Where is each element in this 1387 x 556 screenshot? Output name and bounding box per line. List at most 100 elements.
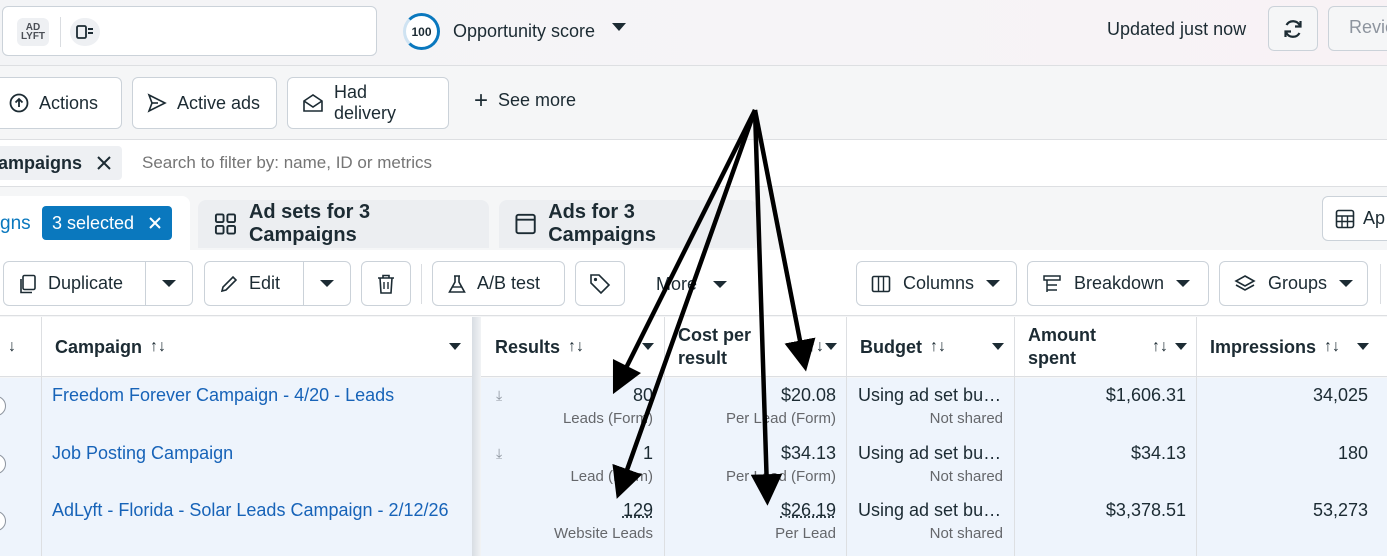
budget-shared-status: Not shared bbox=[930, 525, 1003, 542]
apply-view-button[interactable]: Ap bbox=[1322, 196, 1387, 241]
table-row[interactable]: Job Posting Campaign ⤓ 1 Lead (Form) $34… bbox=[0, 436, 1387, 493]
opportunity-score-label[interactable]: Opportunity score bbox=[453, 21, 595, 42]
duplicate-button[interactable]: Duplicate bbox=[4, 262, 145, 305]
search-input[interactable] bbox=[142, 153, 742, 173]
actions-label: Actions bbox=[39, 93, 98, 114]
columns-button[interactable]: Columns bbox=[856, 261, 1017, 306]
table-row[interactable]: AdLyft - Florida - Solar Leads Campaign … bbox=[0, 493, 1387, 550]
cost-per-result-type: Per Lead bbox=[775, 525, 836, 542]
table-row[interactable]: Freedom Forever Campaign - 4/20 - Leads … bbox=[0, 378, 1387, 435]
columns-icon bbox=[871, 275, 891, 293]
column-header-campaign[interactable]: Campaign ↑↓ bbox=[55, 317, 166, 377]
chevron-down-icon[interactable] bbox=[449, 343, 461, 350]
trash-icon bbox=[376, 273, 396, 295]
download-icon[interactable]: ⤓ bbox=[496, 445, 502, 462]
select-column-header[interactable]: ↓ bbox=[0, 317, 40, 377]
edit-dropdown-button[interactable] bbox=[303, 262, 350, 305]
column-header-amount-line1: Amount bbox=[1028, 324, 1096, 347]
plus-icon: + bbox=[474, 92, 488, 110]
see-more-button[interactable]: + See more bbox=[474, 90, 576, 111]
campaign-name-link[interactable]: AdLyft - Florida - Solar Leads Campaign … bbox=[52, 500, 449, 521]
tab-campaigns[interactable]: gns 3 selected bbox=[0, 196, 190, 251]
send-icon bbox=[147, 93, 167, 113]
breakdown-button[interactable]: Breakdown bbox=[1027, 261, 1209, 306]
column-header-results[interactable]: Results ↑↓ bbox=[495, 317, 584, 377]
budget-shared-status: Not shared bbox=[930, 410, 1003, 427]
close-icon[interactable] bbox=[96, 155, 112, 171]
divider bbox=[60, 17, 61, 47]
chevron-down-icon[interactable] bbox=[992, 343, 1004, 350]
divider bbox=[1380, 264, 1381, 304]
row-select-radio[interactable] bbox=[0, 454, 6, 474]
results-value[interactable]: 129 bbox=[623, 500, 653, 521]
sort-icon[interactable]: ↑↓ bbox=[150, 338, 166, 356]
opportunity-score-badge[interactable]: 100 bbox=[403, 13, 440, 50]
columns-label: Columns bbox=[903, 273, 974, 294]
close-icon[interactable] bbox=[148, 216, 162, 230]
duplicate-label: Duplicate bbox=[48, 273, 123, 294]
selected-count-label: 3 selected bbox=[52, 213, 134, 234]
tag-button[interactable] bbox=[575, 261, 625, 306]
amount-spent-value: $34.13 bbox=[1131, 443, 1186, 464]
actions-filter-button[interactable]: Actions bbox=[0, 77, 122, 129]
row-select-radio[interactable] bbox=[0, 511, 6, 531]
budget-value: Using ad set bu… bbox=[858, 385, 1001, 406]
selected-count-pill[interactable]: 3 selected bbox=[42, 206, 172, 240]
column-header-impressions[interactable]: Impressions ↑↓ bbox=[1210, 317, 1340, 377]
filter-chips-row: Actions Active ads Had delivery + See mo… bbox=[0, 67, 1387, 139]
chevron-down-icon bbox=[713, 281, 727, 288]
sort-icon[interactable]: ↑↓ bbox=[1324, 338, 1340, 356]
chevron-down-icon[interactable] bbox=[1175, 343, 1187, 350]
column-header-amount-spent[interactable]: Amount spent bbox=[1028, 317, 1096, 377]
edit-button-group: Edit bbox=[204, 261, 351, 306]
chevron-down-icon[interactable] bbox=[825, 343, 837, 350]
chevron-down-icon[interactable] bbox=[642, 343, 654, 350]
row-select-radio[interactable] bbox=[0, 396, 6, 416]
tab-ad-sets[interactable]: Ad sets for 3 Campaigns bbox=[198, 200, 489, 248]
duplicate-dropdown-button[interactable] bbox=[145, 262, 192, 305]
tab-campaigns-label: gns bbox=[0, 213, 31, 235]
campaign-name-link[interactable]: Job Posting Campaign bbox=[52, 443, 233, 464]
groups-label: Groups bbox=[1268, 273, 1327, 294]
results-value: 1 bbox=[643, 443, 653, 464]
review-button[interactable]: Revie bbox=[1328, 6, 1387, 51]
table-header: ↓ Campaign ↑↓ Results ↑↓ Cost per result… bbox=[0, 317, 1387, 377]
delete-button[interactable] bbox=[361, 261, 411, 306]
groups-button[interactable]: Groups bbox=[1219, 261, 1368, 306]
active-ads-filter-button[interactable]: Active ads bbox=[132, 77, 277, 129]
sort-icon[interactable]: ↑↓ bbox=[930, 338, 946, 356]
sort-icon[interactable]: ↑↓ bbox=[800, 317, 824, 377]
campaign-name-link[interactable]: Freedom Forever Campaign - 4/20 - Leads bbox=[52, 385, 394, 406]
sort-icon[interactable]: ↑↓ bbox=[568, 338, 584, 356]
column-header-cost-per-result[interactable]: Cost per result bbox=[678, 317, 751, 377]
level-tabs: gns 3 selected Ad sets for 3 Campaigns A… bbox=[0, 188, 1387, 250]
budget-value: Using ad set bu… bbox=[858, 500, 1001, 521]
more-button[interactable]: More bbox=[656, 274, 727, 295]
sort-icon[interactable]: ↓ bbox=[8, 338, 16, 356]
chevron-down-icon[interactable] bbox=[1357, 343, 1369, 350]
tab-ads[interactable]: Ads for 3 Campaigns bbox=[499, 200, 757, 248]
column-header-results-label: Results bbox=[495, 337, 560, 358]
sort-icon[interactable]: ↑↓ bbox=[1144, 317, 1168, 377]
column-divider bbox=[41, 317, 42, 556]
impressions-value: 53,273 bbox=[1313, 500, 1368, 521]
amount-spent-value: $1,606.31 bbox=[1106, 385, 1186, 406]
cost-per-result-type: Per Lead (Form) bbox=[726, 468, 836, 485]
impressions-value: 34,025 bbox=[1313, 385, 1368, 406]
chevron-down-icon[interactable] bbox=[612, 23, 626, 31]
impressions-value: 180 bbox=[1338, 443, 1368, 464]
frozen-column-divider[interactable] bbox=[472, 317, 481, 556]
had-delivery-filter-button[interactable]: Had delivery bbox=[287, 77, 449, 129]
cost-per-result-value[interactable]: $26.19 bbox=[781, 500, 836, 521]
column-header-budget[interactable]: Budget ↑↓ bbox=[860, 317, 946, 377]
layers-icon bbox=[1234, 274, 1256, 294]
campaigns-filter-chip[interactable]: ampaigns bbox=[0, 146, 122, 180]
account-selector[interactable]: AD LYFT bbox=[2, 6, 377, 56]
download-icon[interactable]: ⤓ bbox=[496, 387, 502, 404]
active-ads-label: Active ads bbox=[177, 93, 260, 114]
refresh-button[interactable] bbox=[1268, 6, 1318, 51]
edit-button[interactable]: Edit bbox=[205, 262, 303, 305]
ab-test-button[interactable]: A/B test bbox=[432, 261, 565, 306]
column-divider bbox=[846, 317, 847, 556]
ab-test-label: A/B test bbox=[477, 273, 540, 294]
